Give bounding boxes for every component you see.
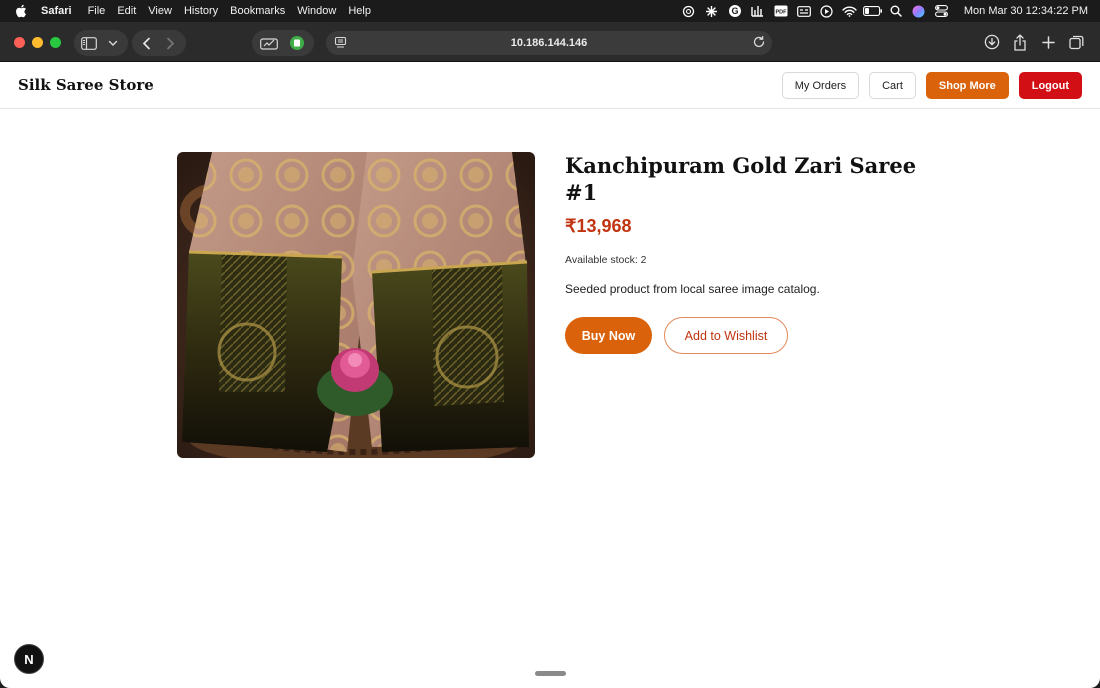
- tab-overview-grid-icon[interactable]: [1064, 30, 1088, 54]
- shop-more-button[interactable]: Shop More: [925, 72, 1009, 99]
- menu-bar: Safari File Edit View History Bookmarks …: [0, 0, 1100, 22]
- page-settings-icon[interactable]: [334, 36, 347, 52]
- pdf-icon[interactable]: PDF: [770, 0, 792, 22]
- menu-history[interactable]: History: [184, 5, 218, 17]
- product-description: Seeded product from local saree image ca…: [565, 282, 820, 296]
- new-tab-icon[interactable]: [1036, 30, 1060, 54]
- apple-icon[interactable]: [15, 4, 29, 18]
- menu-help[interactable]: Help: [348, 5, 371, 17]
- openai-icon[interactable]: [678, 0, 700, 22]
- play-icon[interactable]: [816, 0, 838, 22]
- forward-button[interactable]: [158, 31, 182, 55]
- product-price: ₹13,968: [565, 216, 632, 236]
- site-header: Silk Saree Store My Orders Cart Shop Mor…: [0, 62, 1100, 109]
- stock-status: Available stock: 2: [565, 254, 647, 266]
- extension-icon[interactable]: [285, 31, 309, 55]
- url-text[interactable]: 10.186.144.146: [511, 37, 587, 49]
- svg-text:PDF: PDF: [775, 9, 787, 15]
- grammarly-icon[interactable]: G: [724, 0, 746, 22]
- sidebar-icon[interactable]: [77, 31, 101, 55]
- my-orders-button[interactable]: My Orders: [781, 72, 860, 99]
- product-title: Kanchipuram Gold Zari Saree #1: [565, 153, 917, 205]
- history-nav-group: [132, 30, 186, 56]
- zoom-window-button[interactable]: [50, 37, 61, 48]
- share-icon[interactable]: [1008, 30, 1032, 54]
- minimize-window-button[interactable]: [32, 37, 43, 48]
- menu-bar-clock[interactable]: Mon Mar 30 12:34:22 PM: [964, 5, 1088, 17]
- sidebar-toggle-group: [74, 30, 128, 56]
- chevron-down-icon[interactable]: [101, 31, 125, 55]
- extensions-group: [252, 30, 314, 56]
- product-image: [177, 152, 535, 458]
- logout-button[interactable]: Logout: [1018, 72, 1082, 99]
- pinwheel-icon[interactable]: [701, 0, 723, 22]
- menu-file[interactable]: File: [88, 5, 106, 17]
- downloads-icon[interactable]: [980, 30, 1004, 54]
- status-area: G PDF Mon Mar 30 12:34:22 PM: [678, 0, 1088, 22]
- home-indicator: [535, 671, 566, 676]
- cart-button[interactable]: Cart: [869, 72, 916, 99]
- web-page: Silk Saree Store My Orders Cart Shop Mor…: [0, 62, 1100, 688]
- search-icon[interactable]: [885, 0, 907, 22]
- svg-text:G: G: [731, 6, 738, 16]
- menu-safari[interactable]: Safari: [41, 5, 72, 17]
- browser-toolbar: 10.186.144.146: [0, 22, 1100, 62]
- close-window-button[interactable]: [14, 37, 25, 48]
- audio-meter-icon[interactable]: [747, 0, 769, 22]
- menu-bookmarks[interactable]: Bookmarks: [230, 5, 285, 17]
- toolbar-right-actions: [980, 30, 1088, 54]
- control-center-icon[interactable]: [931, 0, 953, 22]
- dev-tools-badge[interactable]: N: [14, 644, 44, 674]
- tab-overview-icon[interactable]: [257, 31, 281, 55]
- wifi-icon[interactable]: [839, 0, 861, 22]
- menu-view[interactable]: View: [148, 5, 172, 17]
- caption-icon[interactable]: [793, 0, 815, 22]
- battery-icon[interactable]: [862, 0, 884, 22]
- add-to-wishlist-button[interactable]: Add to Wishlist: [664, 317, 788, 354]
- menu-window[interactable]: Window: [297, 5, 336, 17]
- address-bar[interactable]: 10.186.144.146: [326, 31, 772, 55]
- reload-icon[interactable]: [752, 35, 766, 52]
- siri-icon[interactable]: [908, 0, 930, 22]
- buy-now-button[interactable]: Buy Now: [565, 317, 652, 354]
- back-button[interactable]: [134, 31, 158, 55]
- screen: Safari File Edit View History Bookmarks …: [0, 0, 1100, 688]
- store-brand[interactable]: Silk Saree Store: [18, 76, 154, 94]
- site-nav: My Orders Cart Shop More Logout: [781, 72, 1082, 99]
- menu-edit[interactable]: Edit: [117, 5, 136, 17]
